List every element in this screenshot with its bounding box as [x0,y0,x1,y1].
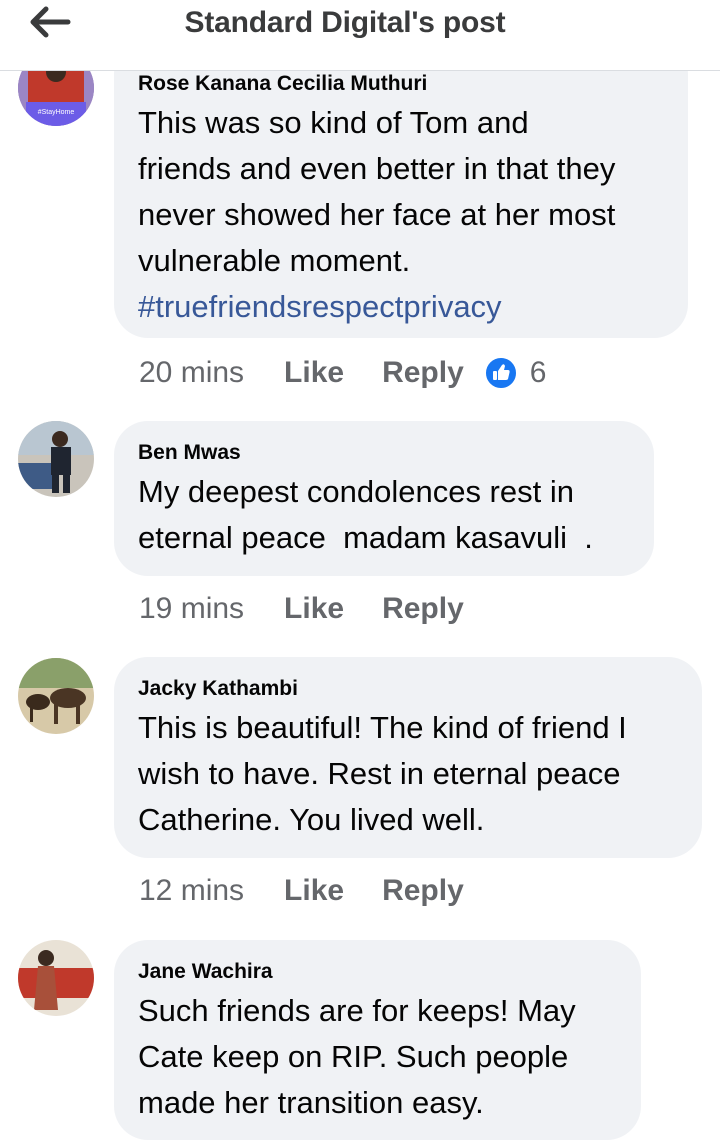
avatar-badge-text: #StayHome [38,109,75,116]
comment-time[interactable]: 20 mins [139,356,244,390]
top-bar: Standard Digital's post [0,0,720,71]
like-button[interactable]: Like [284,356,344,390]
comment-author[interactable]: Jacky Kathambi [138,677,678,701]
reply-button[interactable]: Reply [382,356,464,390]
avatar[interactable] [18,658,94,734]
comment-actions: 20 mins Like Reply 6 [139,356,546,390]
reaction-summary[interactable]: 6 [483,356,547,390]
like-button[interactable]: Like [284,874,344,908]
comment-time[interactable]: 12 mins [139,874,244,908]
comment-actions: 12 mins Like Reply [139,874,502,908]
profile-photo [18,940,94,1016]
comment-author[interactable]: Jane Wachira [138,960,617,984]
comment-text: My deepest condolences rest in eternal p… [138,474,593,555]
avatar[interactable] [18,421,94,497]
like-reaction-icon [483,356,518,390]
comment-bubble[interactable]: Ben Mwas My deepest condolences rest in … [114,421,654,576]
profile-photo [18,658,94,734]
comment-author[interactable]: Ben Mwas [138,441,630,465]
comment-actions: 19 mins Like Reply [139,592,502,626]
comment-bubble[interactable]: Jacky Kathambi This is beautiful! The ki… [114,657,702,858]
reply-button[interactable]: Reply [382,592,464,626]
page-title: Standard Digital's post [184,6,506,39]
like-button[interactable]: Like [284,592,344,626]
comment-text: Such friends are for keeps! May Cate kee… [138,993,576,1120]
comment-bubble[interactable]: Jane Wachira Such friends are for keeps!… [114,940,641,1140]
reaction-count: 6 [529,356,547,389]
comment-time[interactable]: 19 mins [139,592,244,626]
reply-button[interactable]: Reply [382,874,464,908]
avatar[interactable] [18,940,94,1016]
comment-text: This is beautiful! The kind of friend I … [138,710,627,837]
comment-text: This was so kind of Tom and friends and … [138,105,616,278]
comment-bubble[interactable]: Rose Kanana Cecilia Muthuri This was so … [114,40,688,338]
comment-author[interactable]: Rose Kanana Cecilia Muthuri [138,72,664,96]
profile-photo [18,421,94,497]
hashtag-link[interactable]: #truefriendsrespectprivacy [138,284,664,330]
